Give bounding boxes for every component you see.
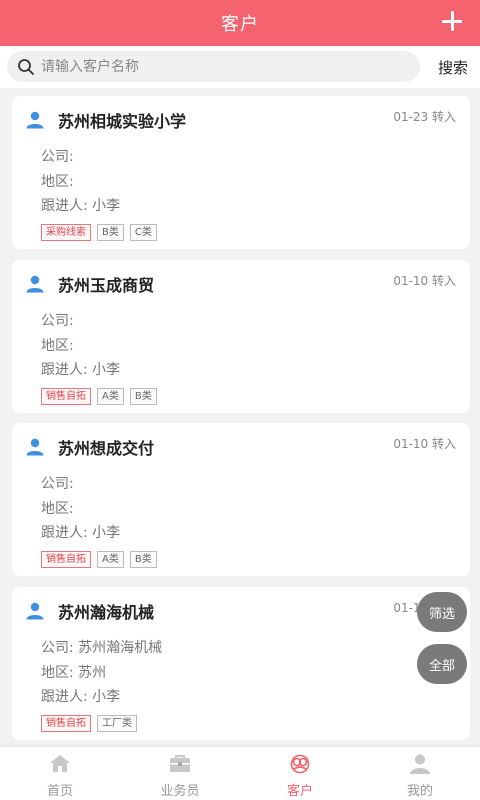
- tag: C类: [129, 224, 157, 241]
- tag: 销售自拓: [41, 715, 91, 732]
- search-input[interactable]: [41, 58, 401, 75]
- page-title: 客户: [221, 14, 259, 35]
- region-field: 地区: 苏州: [41, 665, 107, 681]
- tag: A类: [97, 551, 124, 568]
- header-bar: 客户: [0, 0, 480, 46]
- card-header: 苏州相城实验小学: [26, 108, 186, 132]
- customer-name: 苏州玉成商贸: [58, 276, 155, 295]
- tag: 销售自拓: [41, 388, 91, 405]
- add-customer-button[interactable]: [442, 11, 464, 33]
- tag: A类: [97, 388, 124, 405]
- tab-label: 首页: [46, 784, 73, 799]
- region-field: 地区:: [41, 501, 74, 517]
- tag-list: 销售自拓 A类 B类: [41, 551, 163, 568]
- customer-name: 苏州瀚海机械: [58, 603, 155, 622]
- bottom-tab-bar: 首页 业务员 客户 我的: [0, 746, 480, 800]
- tab-home[interactable]: 首页: [0, 747, 120, 800]
- card-header: 苏州瀚海机械: [26, 599, 154, 623]
- transfer-date: 01-10 转入: [393, 437, 456, 451]
- region-field: 地区:: [41, 174, 74, 190]
- tab-profile[interactable]: 我的: [360, 747, 480, 800]
- follower-field: 跟进人: 小李: [41, 362, 121, 378]
- company-field: 公司:: [41, 476, 74, 492]
- tag: 工厂类: [97, 715, 137, 732]
- person-icon: [26, 111, 44, 129]
- customer-name: 苏州相城实验小学: [58, 112, 187, 131]
- briefcase-icon: [170, 755, 190, 772]
- tag: 销售自拓: [41, 551, 91, 568]
- home-icon: [50, 755, 70, 772]
- tab-label: 业务员: [160, 784, 200, 799]
- card-header: 苏州想成交付: [26, 435, 154, 459]
- customer-card[interactable]: 苏州想成交付 01-10 转入 公司: 地区: 跟进人: 小李 销售自拓 A类 …: [12, 423, 470, 576]
- customer-name: 苏州想成交付: [58, 439, 155, 458]
- search-icon: [18, 58, 34, 75]
- search-bar: 搜索: [0, 46, 480, 88]
- tag: 采购线索: [41, 224, 91, 241]
- profile-icon: [410, 754, 430, 774]
- customer-card[interactable]: 苏州瀚海机械 01-10 转入 公司: 苏州瀚海机械 地区: 苏州 跟进人: 小…: [12, 587, 470, 740]
- customer-card[interactable]: 苏州相城实验小学 01-23 转入 公司: 地区: 跟进人: 小李 采购线索 B…: [12, 96, 470, 249]
- tag-list: 采购线索 B类 C类: [41, 224, 163, 241]
- transfer-date: 01-10 转入: [393, 274, 456, 288]
- all-button[interactable]: 全部: [417, 644, 467, 684]
- tag: B类: [129, 551, 157, 568]
- company-field: 公司:: [41, 313, 74, 329]
- company-field: 公司:: [41, 149, 74, 165]
- region-field: 地区:: [41, 338, 74, 354]
- customer-card[interactable]: 苏州玉成商贸 01-10 转入 公司: 地区: 跟进人: 小李 销售自拓 A类 …: [12, 260, 470, 413]
- person-icon: [26, 438, 44, 456]
- tag-list: 销售自拓 工厂类: [41, 715, 143, 732]
- search-button[interactable]: 搜索: [438, 57, 468, 78]
- follower-field: 跟进人: 小李: [41, 198, 121, 214]
- tab-label: 我的: [406, 784, 433, 799]
- company-field: 公司: 苏州瀚海机械: [41, 640, 163, 656]
- tag: B类: [129, 388, 157, 405]
- transfer-date: 01-23 转入: [393, 110, 456, 124]
- tag: B类: [97, 224, 124, 241]
- search-box[interactable]: [7, 51, 420, 82]
- card-header: 苏州玉成商贸: [26, 272, 154, 296]
- follower-field: 跟进人: 小李: [41, 689, 121, 705]
- tab-customer[interactable]: 客户: [240, 747, 360, 800]
- tab-salesperson[interactable]: 业务员: [120, 747, 240, 800]
- filter-button[interactable]: 筛选: [417, 592, 467, 632]
- tag-list: 销售自拓 A类 B类: [41, 388, 163, 405]
- person-icon: [26, 602, 44, 620]
- follower-field: 跟进人: 小李: [41, 525, 121, 541]
- person-icon: [26, 275, 44, 293]
- tab-label: 客户: [286, 784, 313, 799]
- customer-icon: [290, 754, 310, 774]
